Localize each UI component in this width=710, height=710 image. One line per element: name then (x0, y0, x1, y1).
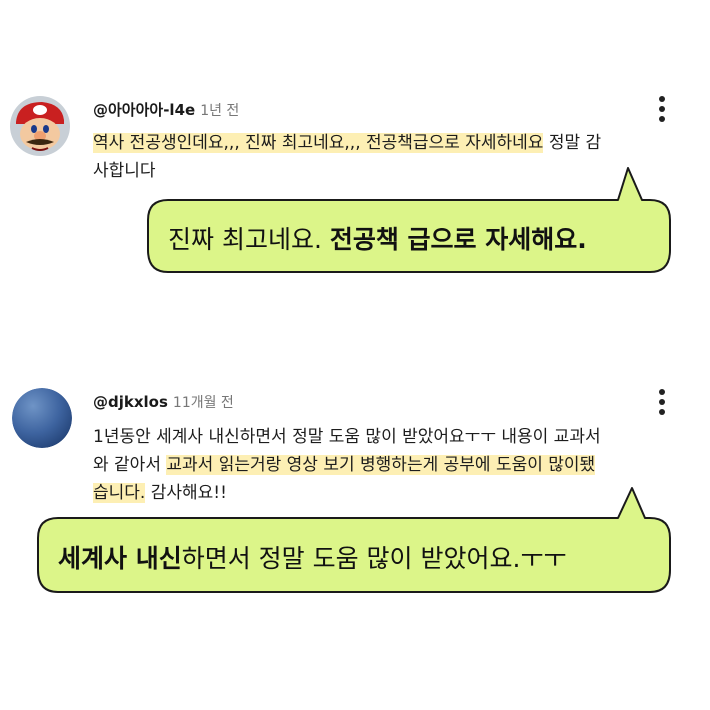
bubble-caption: 세계사 내신하면서 정말 도움 많이 받았어요.ㅜㅜ (58, 539, 566, 575)
caption-bold-text: 세계사 내신 (58, 544, 182, 573)
speech-bubble (37, 487, 671, 593)
caption-text: 하면서 정말 도움 많이 받았어요.ㅜㅜ (181, 544, 567, 573)
comment-card-2: @djkxlos 11개월 전 1년동안 세계사 내신하면서 정말 도움 많이 받… (0, 0, 710, 710)
